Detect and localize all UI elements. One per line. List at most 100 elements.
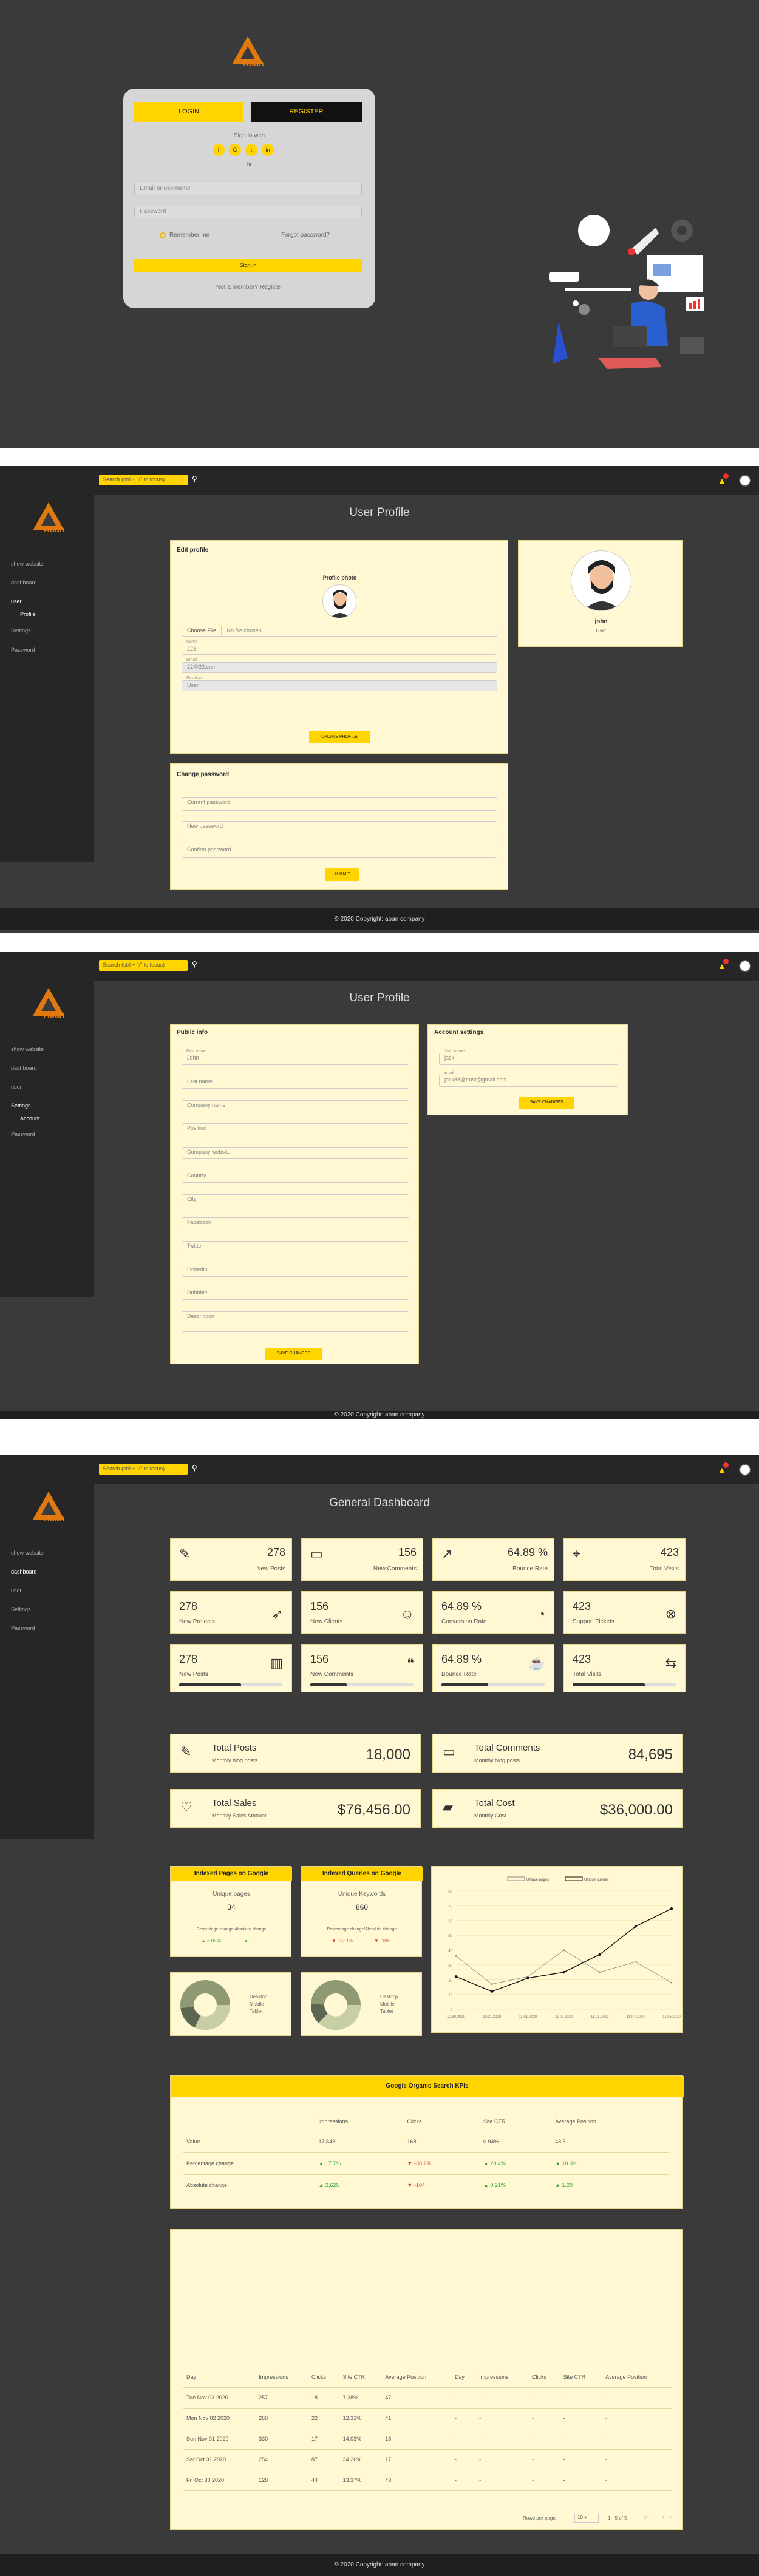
submit-password-button[interactable]: SUBMIT [325,868,359,881]
daily-data-table: Day Impressions Clicks Site CTR Average Posi… [183,2367,672,2491]
profile-section: Search (ctrl + "/" to focus) ⚲ ▲ Aban sh… [0,466,759,933]
sidebar-item-dashboard[interactable]: dashboard [11,1569,37,1575]
email-input[interactable]: Email or username [134,183,362,195]
day-header: Day [186,2373,197,2380]
forgot-link[interactable]: Forgot password? [281,232,330,238]
google-icon[interactable]: G [229,144,241,156]
sidebar-item-settings[interactable]: Settings [11,1606,31,1612]
stat-tile: ▭ 156 New Comments [301,1538,423,1581]
search-input[interactable]: Search (ctrl + "/" to focus) [99,1464,188,1475]
search-input[interactable]: Search (ctrl + "/" to focus) [99,960,188,971]
password-input[interactable]: Password [134,206,362,218]
tile-value: 278 [267,1546,285,1558]
sidebar-item-user[interactable]: user [11,1084,22,1090]
summary-icon: ▭ [443,1744,455,1759]
public-field-last-name[interactable]: Last name [182,1077,409,1089]
save-account-button[interactable]: SAVE CHANGES [519,1097,574,1109]
twitter-icon[interactable]: t [245,144,257,156]
update-profile-button[interactable]: UPDATE PROFILE [309,731,370,743]
sidebar-subitem-account[interactable]: Account [20,1115,40,1121]
user-avatar-icon[interactable] [739,475,751,487]
day-cell: 22 [311,2415,318,2421]
search-input[interactable]: Search (ctrl + "/" to focus) [99,475,188,485]
public-field-facebook[interactable]: Facebook [182,1217,409,1230]
stat-tile: ⌖ 423 Total Visits [563,1538,686,1581]
legend-swatch [507,1876,525,1881]
sidebar-item-show-website[interactable]: show website [11,1550,44,1556]
table-row: Sun Nov 01 2020 330 17 14.03% 18 - - - - - [183,2429,672,2449]
public-field-company-website[interactable]: Company website [182,1147,409,1160]
day-header: Clicks [311,2373,327,2380]
sidebar-item-user[interactable]: user [11,1587,22,1594]
public-field-twitter[interactable]: Twitter [182,1240,409,1253]
public-field-linkedin[interactable]: Linkedin [182,1264,409,1277]
tile-value: 64.89 % [441,1653,482,1665]
public-field-company-name[interactable]: Company name [182,1100,409,1112]
save-public-button[interactable]: SAVE CHANGES [265,1348,322,1360]
sidebar-item-user[interactable]: user [11,598,22,604]
search-icon[interactable]: ⚲ [192,960,197,969]
file-input[interactable]: Choose File No file chosen [182,626,497,637]
account-settings-panel: Account settings User name jack email ja… [427,1024,628,1115]
search-icon[interactable]: ⚲ [192,1464,197,1472]
tile-value: 156 [398,1546,417,1558]
data-point [490,1990,494,1993]
user-avatar-icon[interactable] [739,1464,751,1476]
y-tick-label: 70 [448,1905,452,1908]
sidebar-item-password[interactable]: Password [11,1131,35,1137]
day-cell: 14.03% [342,2436,362,2442]
legend-mobile: Mobile [380,2001,395,2007]
remember-checkbox[interactable] [160,232,166,238]
choose-file-button[interactable]: Choose File [182,626,222,635]
tab-login[interactable]: LOGIN [134,102,243,122]
sidebar-item-show-website[interactable]: show website [11,561,44,567]
signin-button[interactable]: Sign in [134,259,362,272]
day-cell: - [479,2415,482,2421]
tile-label: New Projects [179,1618,215,1625]
user-avatar-icon[interactable] [739,960,751,972]
public-field-country[interactable]: Country [182,1170,409,1183]
day-header: Clicks [532,2373,546,2380]
sidebar-item-dashboard[interactable]: dashboard [11,1065,37,1071]
public-field-position[interactable]: Position [182,1123,409,1136]
public-info-title: Public info [177,1029,208,1036]
gsc-cell: ▲ 2,625 [318,2182,339,2189]
sidebar-item-settings[interactable]: Settings [11,1103,31,1109]
tab-register[interactable]: REGISTER [251,102,362,122]
account-email-input[interactable]: jack88@trust@gmail.com [439,1075,618,1087]
x-tick-label: 10.30.2020 [447,2015,466,2019]
confirm-password-input[interactable]: Confirm password [182,845,497,858]
rows-per-page-select[interactable]: 10 ▾ [574,2513,599,2523]
day-header: Site CTR [342,2373,366,2380]
last-page-icon[interactable]: ›| [670,2514,673,2520]
tile-icon: ⇆ [665,1655,676,1671]
day-cell: 128 [259,2477,268,2483]
first-page-icon[interactable]: |‹ [644,2514,647,2520]
tile-icon: ⌖ [573,1546,580,1561]
sidebar-item-password[interactable]: Password [11,647,35,653]
first-name-input[interactable]: John [182,1053,409,1065]
facebook-icon[interactable]: f [213,144,225,156]
register-link[interactable]: Register [260,284,282,291]
day-cell: 18 [311,2395,318,2401]
public-field-dribbble[interactable]: Dribbble [182,1288,409,1300]
next-page-icon[interactable]: › [662,2514,664,2520]
search-icon[interactable]: ⚲ [192,475,197,483]
new-password-input[interactable]: New password [182,821,497,834]
name-input[interactable]: 223 [182,644,497,655]
current-password-input[interactable]: Current password [182,797,497,811]
username-input[interactable]: jack [439,1053,618,1065]
public-field-city[interactable]: City [182,1194,409,1206]
data-point [455,1955,457,1957]
sidebar-item-show-website[interactable]: show website [11,1046,44,1052]
prev-page-icon[interactable]: ‹ [654,2514,656,2520]
public-field-description[interactable]: Description [182,1311,409,1332]
edit-profile-panel: Edit profile Profile photo Choose File N… [170,540,508,754]
sidebar-subitem-profile[interactable]: Profile [20,611,36,617]
tile-progress-bar [179,1683,282,1686]
linkedin-icon[interactable]: in [262,144,274,156]
sidebar-item-settings[interactable]: Settings [11,627,31,634]
tile-label: Bounce Rate [512,1566,548,1572]
sidebar-item-dashboard[interactable]: dashboard [11,580,37,586]
sidebar-item-password[interactable]: Password [11,1625,35,1631]
